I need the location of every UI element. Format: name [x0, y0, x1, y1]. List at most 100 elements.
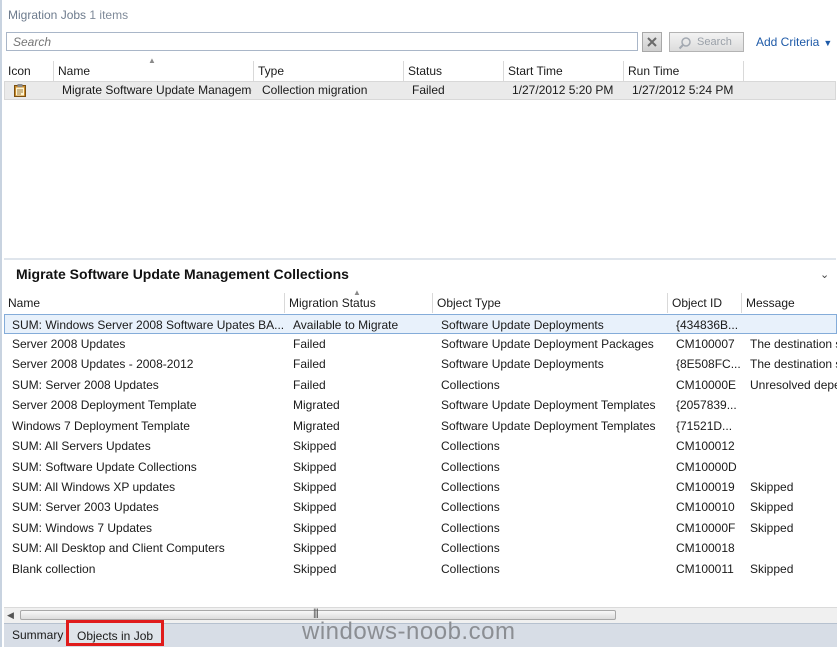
object-type: Collections [441, 480, 500, 494]
object-migration-status: Failed [293, 357, 326, 371]
table-row[interactable]: SUM: Windows 7 Updates Skipped Collectio… [4, 518, 837, 538]
object-name: SUM: Windows 7 Updates [12, 521, 153, 535]
job-status: Failed [412, 83, 445, 97]
chevron-down-icon[interactable]: ⌄ [820, 268, 829, 281]
object-name: SUM: All Servers Updates [12, 439, 151, 453]
table-row[interactable]: Server 2008 Updates Failed Software Upda… [4, 334, 837, 354]
object-message [750, 315, 837, 335]
add-criteria-label: Add Criteria [756, 35, 820, 49]
object-name: SUM: All Desktop and Client Computers [12, 541, 225, 555]
column-header-object-type[interactable]: Object Type [433, 293, 668, 313]
job-name: Migrate Software Update Manageme... [62, 83, 252, 97]
table-row[interactable]: SUM: All Windows XP updates Skipped Coll… [4, 477, 837, 497]
object-name: SUM: Server 2008 Updates [12, 378, 159, 392]
object-migration-status: Failed [293, 378, 326, 392]
object-name: Server 2008 Updates - 2008-2012 [12, 357, 194, 371]
table-row[interactable]: Server 2008 Updates - 2008-2012 Failed S… [4, 354, 837, 374]
table-row[interactable]: Windows 7 Deployment Template Migrated S… [4, 416, 837, 436]
column-header-run-time[interactable]: Run Time [624, 61, 744, 81]
object-type: Software Update Deployment Templates [441, 398, 656, 412]
sort-ascending-icon: ▲ [353, 288, 361, 297]
search-button[interactable]: Search [669, 32, 744, 52]
column-header-start-time[interactable]: Start Time [504, 61, 624, 81]
object-migration-status: Migrated [293, 398, 340, 412]
object-migration-status: Skipped [293, 460, 337, 474]
object-migration-status: Failed [293, 337, 326, 351]
column-header-message[interactable]: Message [742, 293, 837, 313]
object-message: Skipped [750, 500, 794, 514]
object-id: CM10000F [676, 521, 736, 535]
job-type: Collection migration [262, 83, 368, 97]
column-header-icon[interactable]: Icon [4, 61, 54, 81]
table-row[interactable]: SUM: Windows Server 2008 Software Upates… [4, 314, 837, 334]
dropdown-arrow-icon: ▼ [823, 38, 833, 48]
table-row[interactable]: SUM: Server 2008 Updates Failed Collecti… [4, 375, 837, 395]
tab-objects-in-job[interactable]: Objects in Job [66, 620, 165, 646]
object-migration-status: Skipped [293, 480, 337, 494]
object-name: SUM: Server 2003 Updates [12, 500, 159, 514]
column-header-object-name[interactable]: Name [4, 293, 285, 313]
object-message: Skipped [750, 480, 794, 494]
details-column-header: Name Migration Status Object Type Object… [4, 293, 837, 313]
object-message: Skipped [750, 562, 794, 576]
tab-summary[interactable]: Summary [6, 625, 69, 645]
scroll-left-icon[interactable]: ◀ [7, 610, 14, 621]
table-row[interactable]: SUM: Software Update Collections Skipped… [4, 457, 837, 477]
table-row[interactable]: Server 2008 Deployment Template Migrated… [4, 395, 837, 415]
search-field[interactable] [6, 32, 639, 51]
object-message [750, 436, 837, 456]
object-migration-status: Skipped [293, 562, 337, 576]
column-header-type[interactable]: Type [254, 61, 404, 81]
object-type: Collections [441, 521, 500, 535]
add-criteria-link[interactable]: Add Criteria ▼ [756, 35, 832, 49]
object-migration-status: Skipped [293, 541, 337, 555]
object-message: Skipped [750, 521, 794, 535]
object-type: Software Update Deployment Packages [441, 337, 654, 351]
table-row[interactable]: Blank collection Skipped Collections CM1… [4, 559, 837, 579]
object-message: The destination s [750, 337, 837, 351]
pane-splitter[interactable] [4, 258, 836, 260]
object-migration-status: Skipped [293, 521, 337, 535]
clear-x-icon [647, 37, 657, 47]
object-type: Collections [441, 378, 500, 392]
object-message [750, 538, 837, 558]
table-row[interactable]: SUM: All Desktop and Client Computers Sk… [4, 538, 837, 558]
migration-jobs-header: Migration Jobs 1 items [8, 8, 128, 22]
object-id: CM100012 [676, 439, 735, 453]
object-id: {8E508FC... [676, 357, 741, 371]
object-id: CM10000E [676, 378, 737, 392]
object-type: Collections [441, 439, 500, 453]
column-header-object-id[interactable]: Object ID [668, 293, 742, 313]
sort-ascending-icon: ▲ [148, 56, 156, 65]
object-message [750, 395, 837, 415]
table-row[interactable]: SUM: Server 2003 Updates Skipped Collect… [4, 497, 837, 517]
object-name: SUM: Software Update Collections [12, 460, 197, 474]
search-input[interactable] [7, 33, 639, 50]
object-name: Windows 7 Deployment Template [12, 419, 190, 433]
object-message: The destination s [750, 357, 837, 371]
object-migration-status: Available to Migrate [293, 318, 399, 332]
object-id: CM10000D [676, 460, 737, 474]
job-run-time: 1/27/2012 5:24 PM [632, 83, 734, 97]
migration-jobs-title: Migration Jobs [8, 8, 87, 22]
object-type: Collections [441, 562, 500, 576]
table-row[interactable]: SUM: All Servers Updates Skipped Collect… [4, 436, 837, 456]
object-type: Software Update Deployments [441, 357, 604, 371]
object-migration-status: Skipped [293, 439, 337, 453]
object-id: {71521D... [676, 419, 733, 433]
object-type: Collections [441, 460, 500, 474]
details-title: Migrate Software Update Management Colle… [16, 266, 349, 282]
object-id: CM100007 [676, 337, 735, 351]
watermark: windows-noob.com [302, 618, 516, 645]
search-icon [678, 37, 691, 50]
jobs-column-header: Icon Name Type Status Start Time Run Tim… [4, 61, 837, 81]
object-id: CM100018 [676, 541, 735, 555]
column-header-status[interactable]: Status [404, 61, 504, 81]
clear-search-button[interactable] [642, 32, 662, 52]
job-row[interactable]: Migrate Software Update Manageme... Coll… [4, 81, 836, 100]
object-migration-status: Migrated [293, 419, 340, 433]
object-id: CM100019 [676, 480, 735, 494]
window-left-border [0, 0, 2, 647]
object-name: SUM: Windows Server 2008 Software Upates… [12, 318, 285, 332]
object-name: SUM: All Windows XP updates [12, 480, 176, 494]
